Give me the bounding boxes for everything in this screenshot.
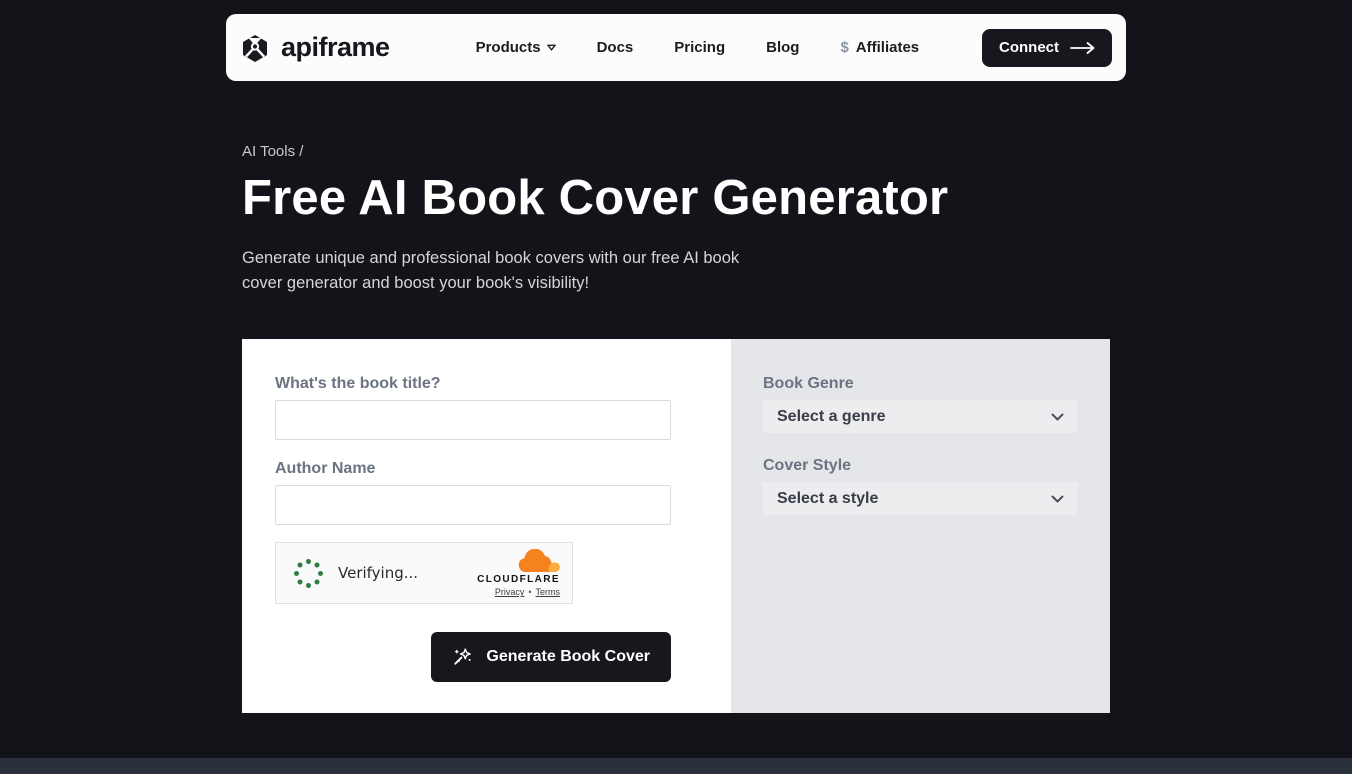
privacy-link[interactable]: Privacy — [495, 587, 525, 597]
page-subtitle: Generate unique and professional book co… — [242, 249, 740, 292]
terms-link[interactable]: Terms — [536, 587, 561, 597]
nav-links: Products Docs Pricing Blog $ Affiliates — [476, 39, 920, 56]
cloudflare-cloud-icon — [518, 549, 560, 573]
apiframe-cube-icon — [240, 33, 270, 63]
magic-wand-icon — [452, 646, 474, 668]
dollar-icon: $ — [840, 39, 849, 56]
cover-style-select[interactable]: Select a style — [763, 482, 1078, 516]
generator-card: What's the book title? Author Name Verif… — [242, 339, 1110, 714]
author-name-input[interactable] — [275, 485, 671, 526]
link-separator: • — [528, 587, 532, 598]
footer-strip — [0, 758, 1352, 774]
chevron-down-icon — [1051, 413, 1064, 421]
book-genre-select[interactable]: Select a genre — [763, 400, 1078, 434]
book-genre-label: Book Genre — [763, 375, 854, 393]
chevron-down-icon — [1051, 495, 1064, 503]
cloudflare-turnstile-widget[interactable]: Verifying... CLOUDFLARE Privacy • Terms — [275, 542, 573, 605]
cover-style-label: Cover Style — [763, 457, 852, 475]
brand-logo[interactable]: apiframe — [240, 32, 390, 63]
connect-button[interactable]: Connect — [982, 28, 1112, 67]
cloudflare-wordmark: CLOUDFLARE — [477, 574, 560, 586]
arrow-right-icon — [1070, 41, 1095, 54]
form-section: What's the book title? Author Name Verif… — [242, 339, 731, 714]
verifying-spinner-icon — [293, 558, 323, 588]
chevron-down-icon — [546, 44, 556, 51]
brand-name: apiframe — [281, 32, 390, 62]
author-name-label: Author Name — [275, 460, 376, 478]
nav-item-blog[interactable]: Blog — [766, 39, 799, 56]
book-title-label: What's the book title? — [275, 375, 441, 393]
nav-item-pricing[interactable]: Pricing — [674, 39, 725, 56]
page-title: Free AI Book Cover Generator — [242, 171, 949, 225]
nav-item-products[interactable]: Products — [476, 39, 556, 56]
generate-book-cover-button[interactable]: Generate Book Cover — [431, 632, 671, 683]
nav-item-affiliates[interactable]: $ Affiliates — [840, 39, 919, 56]
captcha-status: Verifying... — [338, 564, 419, 583]
book-title-input[interactable] — [275, 400, 671, 441]
top-navbar: apiframe Products Docs Pricing Blog $ Aff… — [226, 14, 1126, 81]
breadcrumb[interactable]: AI Tools / — [242, 143, 1110, 160]
nav-item-docs[interactable]: Docs — [597, 39, 634, 56]
options-section: Book Genre Select a genre Cover Style Se… — [731, 339, 1110, 714]
